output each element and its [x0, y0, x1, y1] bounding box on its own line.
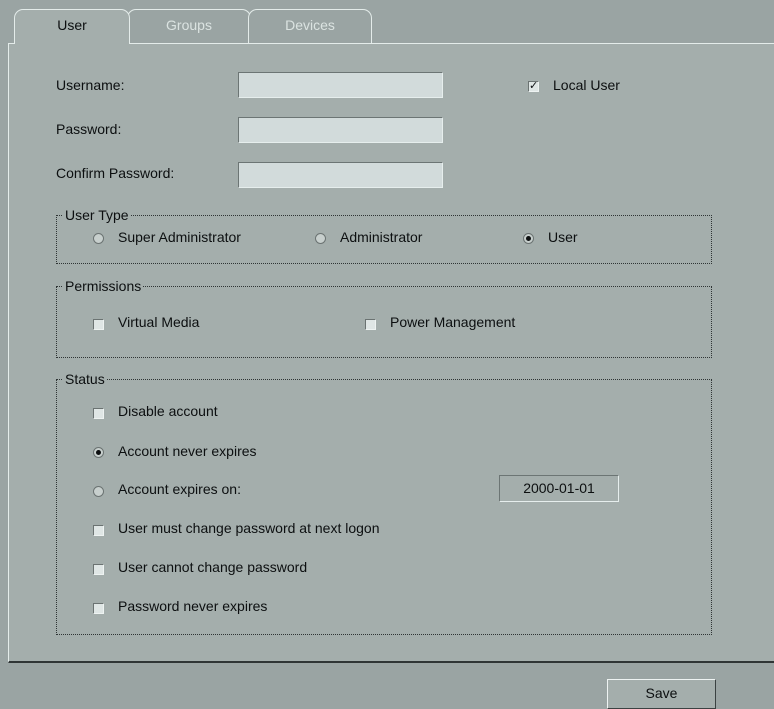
account-expires-on-label: Account expires on:: [118, 481, 241, 497]
account-never-expires-label: Account never expires: [118, 443, 257, 459]
checkmark-icon: ✓: [529, 80, 539, 92]
password-field[interactable]: [238, 117, 443, 143]
user-panel: Username: Password: Confirm Password: ✓ …: [8, 43, 774, 663]
status-group: Status Disable account Account never exp…: [56, 370, 712, 635]
password-never-expires-checkbox[interactable]: [93, 603, 104, 614]
save-button[interactable]: Save: [607, 679, 716, 709]
power-management-label: Power Management: [390, 314, 516, 330]
radio-administrator[interactable]: [315, 233, 326, 244]
radio-user[interactable]: [523, 233, 534, 244]
cannot-change-password-checkbox[interactable]: [93, 564, 104, 575]
user-type-title: User Type: [63, 206, 131, 224]
power-management-checkbox[interactable]: [365, 319, 376, 330]
disable-account-checkbox[interactable]: [93, 408, 104, 419]
expiry-date-field[interactable]: 2000-01-01: [499, 475, 619, 502]
super-administrator-label: Super Administrator: [118, 229, 241, 245]
administrator-label: Administrator: [340, 229, 423, 245]
virtual-media-label: Virtual Media: [118, 314, 200, 330]
confirm-password-field[interactable]: [238, 162, 443, 188]
username-field[interactable]: [238, 72, 443, 98]
tab-devices[interactable]: Devices: [248, 9, 372, 43]
cannot-change-password-label: User cannot change password: [118, 559, 308, 575]
radio-account-never-expires[interactable]: [93, 447, 104, 458]
confirm-password-label: Confirm Password:: [56, 165, 175, 181]
permissions-group: Permissions Virtual Media Power Manageme…: [56, 277, 712, 358]
password-label: Password:: [56, 121, 122, 137]
must-change-password-checkbox[interactable]: [93, 525, 104, 536]
virtual-media-checkbox[interactable]: [93, 319, 104, 330]
must-change-password-label: User must change password at next logon: [118, 520, 380, 536]
username-label: Username:: [56, 77, 125, 93]
local-user-label: Local User: [553, 77, 620, 93]
radio-account-expires-on[interactable]: [93, 486, 104, 497]
user-type-user-label: User: [548, 229, 578, 245]
disable-account-label: Disable account: [118, 403, 218, 419]
password-never-expires-label: Password never expires: [118, 598, 268, 614]
tab-groups[interactable]: Groups: [127, 9, 251, 43]
status-title: Status: [63, 370, 107, 388]
local-user-checkbox[interactable]: ✓: [528, 80, 539, 92]
permissions-title: Permissions: [63, 277, 144, 295]
user-type-group: User Type Super Administrator Administra…: [56, 206, 712, 264]
radio-super-administrator[interactable]: [93, 233, 104, 244]
tab-user[interactable]: User: [14, 9, 130, 44]
